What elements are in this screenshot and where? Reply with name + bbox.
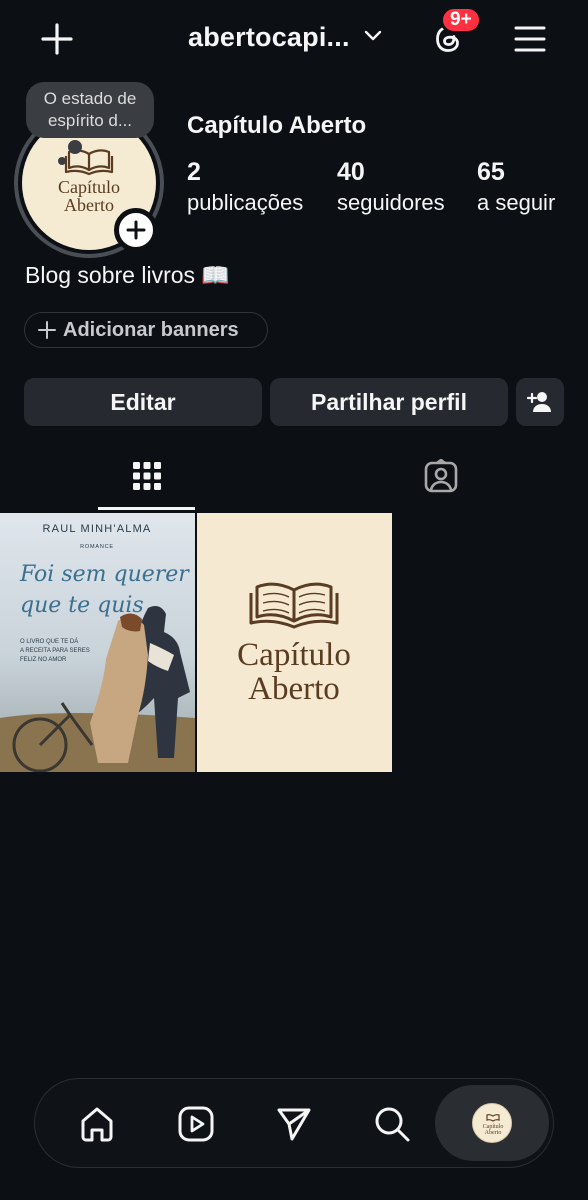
nav-messages[interactable] xyxy=(269,1099,319,1149)
nav-profile[interactable]: Capítulo Aberto xyxy=(435,1085,549,1161)
username: abertocapi... xyxy=(188,22,350,52)
grid-icon xyxy=(132,462,161,490)
book-author: RAUL MINH'ALMA xyxy=(43,523,152,535)
logo-line2: Aberto xyxy=(248,671,340,707)
logo-line1: Capítulo xyxy=(237,637,351,673)
book-tagline1: O LIVRO QUE TE DÁ xyxy=(20,638,78,645)
create-plus-icon[interactable] xyxy=(38,20,76,58)
add-banners-button[interactable]: Adicionar banners xyxy=(24,312,268,348)
nav-profile-avatar: Capítulo Aberto xyxy=(472,1103,512,1143)
edit-profile-label: Editar xyxy=(110,388,176,415)
bottom-navigation: Capítulo Aberto xyxy=(34,1078,554,1168)
plus-icon xyxy=(38,321,56,339)
stat-followers[interactable]: 40 seguidores xyxy=(337,158,445,220)
edit-profile-button[interactable]: Editar xyxy=(24,378,262,426)
add-person-icon xyxy=(527,392,551,412)
profile-tabs xyxy=(0,440,588,512)
account-switcher[interactable]: abertocapi... xyxy=(188,22,382,53)
book-title-line1: Foi sem querer xyxy=(19,562,190,587)
stat-following[interactable]: 65 a seguir xyxy=(477,158,555,220)
share-profile-button[interactable]: Partilhar perfil xyxy=(270,378,508,426)
nav-home[interactable] xyxy=(72,1099,122,1149)
profile-name: Capítulo Aberto xyxy=(187,112,367,139)
note-bubble[interactable]: O estado de espírito d... xyxy=(26,82,154,138)
menu-icon[interactable] xyxy=(512,22,548,56)
tab-posts-grid[interactable] xyxy=(98,440,195,512)
tab-tagged[interactable] xyxy=(392,440,489,512)
stat-posts[interactable]: 2 publicações xyxy=(187,158,303,220)
home-icon xyxy=(81,1107,113,1142)
post-logo[interactable]: Capítulo Aberto xyxy=(197,513,392,772)
stat-following-value: 65 xyxy=(477,158,505,186)
search-icon xyxy=(375,1107,410,1142)
nav-avatar-line2: Aberto xyxy=(485,1130,502,1136)
note-bubble-tail xyxy=(68,140,82,154)
book-tagline3: FELIZ NO AMOR xyxy=(20,657,67,663)
book-genre: ROMANCE xyxy=(80,544,114,550)
reels-icon xyxy=(178,1106,214,1142)
send-icon xyxy=(277,1108,311,1141)
note-bubble-tail-small xyxy=(58,157,66,165)
post-book-cover[interactable]: RAUL MINH'ALMA ROMANCE Foi sem querer qu… xyxy=(0,513,195,772)
discover-people-button[interactable] xyxy=(516,378,564,426)
avatar-logo-line2: Aberto xyxy=(64,195,114,215)
chevron-down-icon xyxy=(364,29,382,47)
share-profile-label: Partilhar perfil xyxy=(311,388,467,415)
stat-followers-label: seguidores xyxy=(337,190,445,215)
add-banners-label: Adicionar banners xyxy=(63,318,239,341)
book-title-line2: que te quis xyxy=(20,593,144,618)
stat-posts-value: 2 xyxy=(187,158,201,186)
avatar-logo-line1: Capítulo xyxy=(58,177,120,197)
nav-search[interactable] xyxy=(367,1099,417,1149)
add-story-button[interactable] xyxy=(114,208,158,252)
plus-icon xyxy=(126,220,146,240)
note-text: O estado de espírito d... xyxy=(43,89,137,130)
profile-bio: Blog sobre livros 📖 xyxy=(25,262,231,288)
stat-posts-label: publicações xyxy=(187,190,304,215)
notification-badge: 9+ xyxy=(440,6,482,34)
book-tagline2: A RECEITA PARA SERES xyxy=(20,648,90,654)
nav-reels[interactable] xyxy=(171,1099,221,1149)
stat-followers-value: 40 xyxy=(337,158,365,186)
stat-following-label: a seguir xyxy=(477,190,556,215)
tagged-icon xyxy=(424,459,457,493)
top-bar: abertocapi... 9+ xyxy=(0,0,588,80)
active-tab-indicator xyxy=(98,507,195,510)
